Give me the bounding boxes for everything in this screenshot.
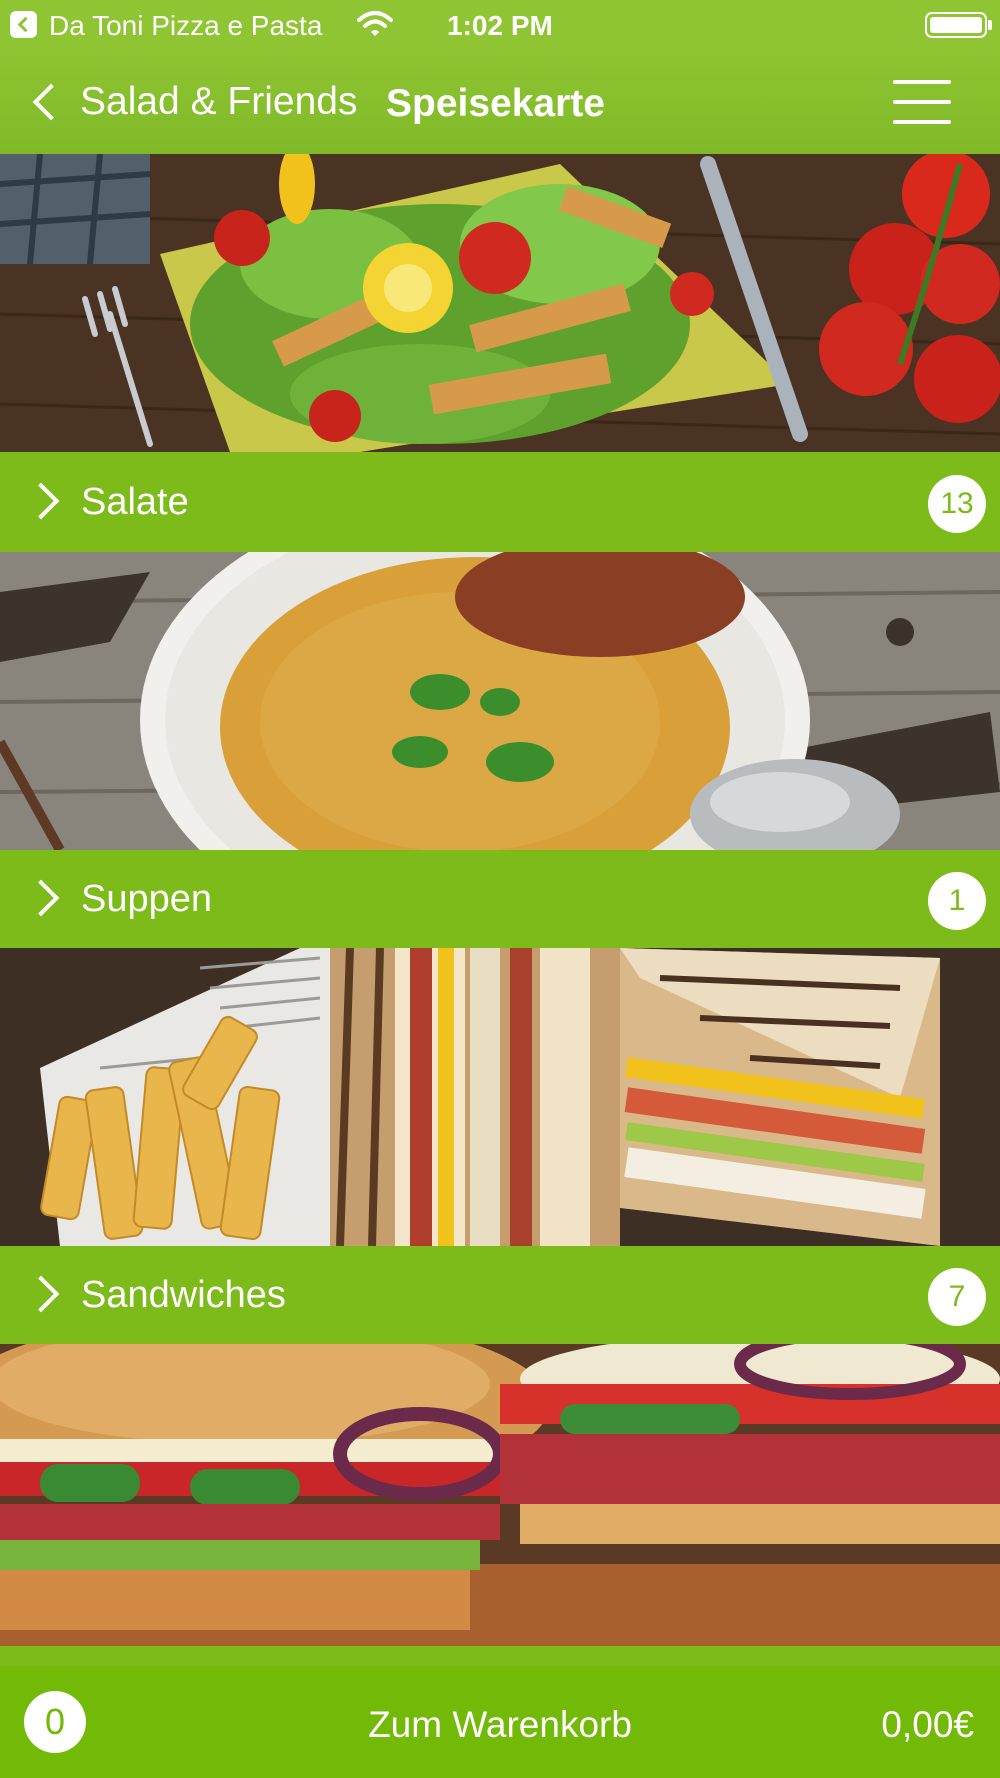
- category-count-badge: 7: [928, 1268, 986, 1326]
- status-bar: Da Toni Pizza e Pasta 1:02 PM: [0, 0, 1000, 52]
- category-label: Suppen: [81, 878, 213, 920]
- status-time: 1:02 PM: [447, 10, 553, 41]
- chevron-right-icon: [22, 1275, 60, 1313]
- subs-photo: [0, 1344, 1000, 1646]
- chevron-right-icon: [22, 879, 60, 917]
- category-label: Sandwiches: [81, 1274, 286, 1316]
- salad-photo: [0, 154, 1000, 452]
- category-count-badge: 13: [928, 475, 986, 533]
- category-row-sandwiches[interactable]: Sandwiches 7: [0, 1246, 1000, 1344]
- category-image-salate[interactable]: [0, 154, 1000, 452]
- navigation-bar: Salad & Friends Speisekarte: [0, 52, 1000, 154]
- category-label: Salate: [81, 481, 189, 523]
- cart-total: 0,00€: [881, 1704, 974, 1745]
- category-row-partial[interactable]: [0, 1646, 1000, 1666]
- chevron-left-icon: [32, 83, 70, 121]
- chevron-right-icon: [22, 482, 60, 520]
- cart-label: Zum Warenkorb: [368, 1704, 632, 1745]
- sandwiches-photo: [0, 948, 1000, 1246]
- category-image-sandwiches[interactable]: [0, 948, 1000, 1246]
- page-title: Speisekarte: [386, 82, 605, 125]
- category-row-salate[interactable]: Salate 13: [0, 453, 1000, 551]
- category-count-badge: 1: [928, 872, 986, 930]
- hamburger-menu-icon[interactable]: [893, 80, 951, 124]
- wifi-icon: [357, 11, 393, 36]
- cart-button[interactable]: 0 Zum Warenkorb 0,00€: [0, 1666, 1000, 1778]
- category-row-suppen[interactable]: Suppen 1: [0, 850, 1000, 948]
- category-image-suppen[interactable]: [0, 552, 1000, 850]
- back-to-app-icon[interactable]: [10, 11, 37, 38]
- battery-icon: [925, 12, 992, 38]
- back-button[interactable]: Salad & Friends: [24, 72, 357, 132]
- soup-photo: [0, 552, 1000, 850]
- back-button-label: Salad & Friends: [80, 80, 358, 123]
- status-app-name[interactable]: Da Toni Pizza e Pasta: [49, 10, 322, 42]
- category-image-subs[interactable]: [0, 1344, 1000, 1646]
